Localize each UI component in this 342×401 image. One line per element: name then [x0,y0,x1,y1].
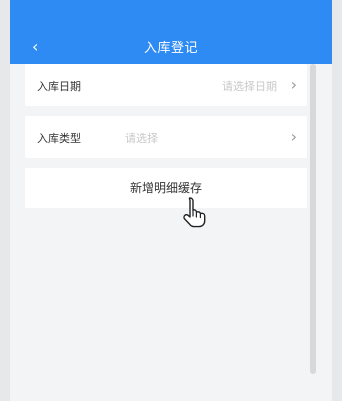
hand-pointer-icon [183,197,206,228]
device-bezel-right [332,0,342,401]
vertical-scrollbar[interactable] [310,64,316,374]
date-row[interactable]: 入库日期 请选择日期 › [25,64,307,106]
type-placeholder: 请选择 [125,132,158,145]
date-label: 入库日期 [37,80,81,93]
chevron-right-icon: › [290,75,297,94]
page-title: 入库登记 [143,41,198,56]
device-bezel-left [0,0,10,401]
top-nav-bar: ‹ 入库登记 [10,0,332,64]
form-content: 入库日期 请选择日期 › 入库类型 请选择 › 新增明细缓存 [10,64,332,401]
add-detail-cache-button[interactable]: 新增明细缓存 [25,168,307,208]
chevron-right-icon: › [290,127,297,146]
app-screen: ‹ 入库登记 入库日期 请选择日期 › 入库类型 请选择 › 新增明细缓存 [10,0,332,401]
type-label: 入库类型 [37,132,81,145]
type-row[interactable]: 入库类型 请选择 › [25,116,307,158]
date-placeholder: 请选择日期 [222,80,277,93]
